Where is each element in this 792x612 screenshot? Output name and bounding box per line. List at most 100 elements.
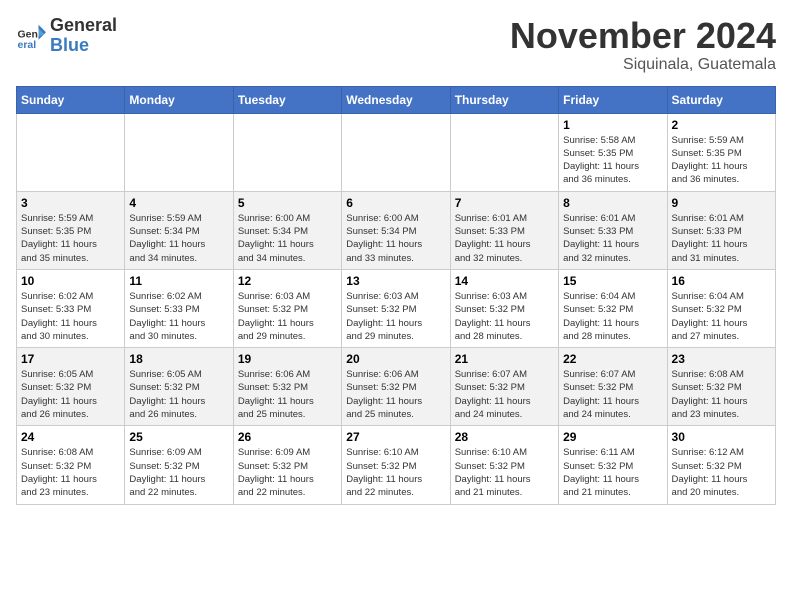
day-info: Sunrise: 6:04 AM Sunset: 5:32 PM Dayligh… xyxy=(563,290,662,343)
calendar-day-cell xyxy=(125,113,233,191)
day-info: Sunrise: 5:59 AM Sunset: 5:34 PM Dayligh… xyxy=(129,212,228,265)
day-info: Sunrise: 6:01 AM Sunset: 5:33 PM Dayligh… xyxy=(672,212,771,265)
calendar-day-cell: 1 Sunrise: 5:58 AM Sunset: 5:35 PM Daylig… xyxy=(559,113,667,191)
calendar-week-row: 10 Sunrise: 6:02 AM Sunset: 5:33 PM Dayli… xyxy=(17,269,776,347)
logo-blue-text: Blue xyxy=(50,36,117,56)
calendar-day-cell: 4 Sunrise: 5:59 AM Sunset: 5:34 PM Daylig… xyxy=(125,191,233,269)
day-number: 21 xyxy=(455,352,554,366)
day-info: Sunrise: 6:07 AM Sunset: 5:32 PM Dayligh… xyxy=(563,368,662,421)
day-number: 23 xyxy=(672,352,771,366)
day-number: 10 xyxy=(21,274,120,288)
day-info: Sunrise: 6:03 AM Sunset: 5:32 PM Dayligh… xyxy=(346,290,445,343)
day-info: Sunrise: 6:00 AM Sunset: 5:34 PM Dayligh… xyxy=(238,212,337,265)
day-number: 29 xyxy=(563,430,662,444)
day-number: 18 xyxy=(129,352,228,366)
day-number: 5 xyxy=(238,196,337,210)
calendar-day-cell: 13 Sunrise: 6:03 AM Sunset: 5:32 PM Dayli… xyxy=(342,269,450,347)
day-info: Sunrise: 6:02 AM Sunset: 5:33 PM Dayligh… xyxy=(21,290,120,343)
day-info: Sunrise: 5:59 AM Sunset: 5:35 PM Dayligh… xyxy=(21,212,120,265)
day-info: Sunrise: 6:02 AM Sunset: 5:33 PM Dayligh… xyxy=(129,290,228,343)
location: Siquinala, Guatemala xyxy=(510,56,776,74)
calendar-day-cell: 23 Sunrise: 6:08 AM Sunset: 5:32 PM Dayli… xyxy=(667,348,775,426)
calendar-day-cell: 25Sunrise: 6:09 AM Sunset: 5:32 PM Dayli… xyxy=(125,426,233,504)
day-number: 11 xyxy=(129,274,228,288)
calendar-day-cell: 16 Sunrise: 6:04 AM Sunset: 5:32 PM Dayli… xyxy=(667,269,775,347)
day-number: 28 xyxy=(455,430,554,444)
day-number: 9 xyxy=(672,196,771,210)
calendar-week-row: 17 Sunrise: 6:05 AM Sunset: 5:32 PM Dayli… xyxy=(17,348,776,426)
day-number: 3 xyxy=(21,196,120,210)
calendar-day-cell: 27Sunrise: 6:10 AM Sunset: 5:32 PM Dayli… xyxy=(342,426,450,504)
calendar-table: SundayMondayTuesdayWednesdayThursdayFrid… xyxy=(16,86,776,505)
day-number: 22 xyxy=(563,352,662,366)
calendar-day-cell: 11 Sunrise: 6:02 AM Sunset: 5:33 PM Dayli… xyxy=(125,269,233,347)
calendar-day-cell: 24 Sunrise: 6:08 AM Sunset: 5:32 PM Dayli… xyxy=(17,426,125,504)
calendar-header-row: SundayMondayTuesdayWednesdayThursdayFrid… xyxy=(17,86,776,113)
day-number: 26 xyxy=(238,430,337,444)
calendar-day-cell: 10 Sunrise: 6:02 AM Sunset: 5:33 PM Dayli… xyxy=(17,269,125,347)
day-number: 16 xyxy=(672,274,771,288)
calendar-day-cell: 28 Sunrise: 6:10 AM Sunset: 5:32 PM Dayli… xyxy=(450,426,558,504)
day-number: 15 xyxy=(563,274,662,288)
day-number: 2 xyxy=(672,118,771,132)
logo-icon: Gen eral xyxy=(16,21,46,51)
logo-text: General Blue xyxy=(50,16,117,56)
day-number: 6 xyxy=(346,196,445,210)
calendar-day-cell: 3 Sunrise: 5:59 AM Sunset: 5:35 PM Daylig… xyxy=(17,191,125,269)
day-number: 14 xyxy=(455,274,554,288)
calendar-week-row: 24 Sunrise: 6:08 AM Sunset: 5:32 PM Dayli… xyxy=(17,426,776,504)
calendar-day-cell: 5 Sunrise: 6:00 AM Sunset: 5:34 PM Daylig… xyxy=(233,191,341,269)
weekday-header: Tuesday xyxy=(233,86,341,113)
day-number: 20 xyxy=(346,352,445,366)
month-title: November 2024 xyxy=(510,16,776,56)
day-number: 17 xyxy=(21,352,120,366)
calendar-week-row: 1 Sunrise: 5:58 AM Sunset: 5:35 PM Daylig… xyxy=(17,113,776,191)
day-number: 1 xyxy=(563,118,662,132)
calendar-day-cell: 21Sunrise: 6:07 AM Sunset: 5:32 PM Dayli… xyxy=(450,348,558,426)
calendar-day-cell: 18 Sunrise: 6:05 AM Sunset: 5:32 PM Dayli… xyxy=(125,348,233,426)
calendar-day-cell: 17 Sunrise: 6:05 AM Sunset: 5:32 PM Dayli… xyxy=(17,348,125,426)
day-info: Sunrise: 6:03 AM Sunset: 5:32 PM Dayligh… xyxy=(455,290,554,343)
day-info: Sunrise: 6:08 AM Sunset: 5:32 PM Dayligh… xyxy=(672,368,771,421)
day-info: Sunrise: 5:58 AM Sunset: 5:35 PM Dayligh… xyxy=(563,134,662,187)
calendar-day-cell: 12 Sunrise: 6:03 AM Sunset: 5:32 PM Dayli… xyxy=(233,269,341,347)
day-number: 19 xyxy=(238,352,337,366)
day-info: Sunrise: 6:03 AM Sunset: 5:32 PM Dayligh… xyxy=(238,290,337,343)
logo: Gen eral General Blue xyxy=(16,16,117,56)
title-block: November 2024 Siquinala, Guatemala xyxy=(510,16,776,74)
calendar-day-cell: 30 Sunrise: 6:12 AM Sunset: 5:32 PM Dayli… xyxy=(667,426,775,504)
svg-text:eral: eral xyxy=(18,39,37,51)
day-info: Sunrise: 6:05 AM Sunset: 5:32 PM Dayligh… xyxy=(21,368,120,421)
day-info: Sunrise: 6:01 AM Sunset: 5:33 PM Dayligh… xyxy=(455,212,554,265)
day-info: Sunrise: 6:09 AM Sunset: 5:32 PM Dayligh… xyxy=(238,446,337,499)
day-info: Sunrise: 6:11 AM Sunset: 5:32 PM Dayligh… xyxy=(563,446,662,499)
calendar-day-cell: 20 Sunrise: 6:06 AM Sunset: 5:32 PM Dayli… xyxy=(342,348,450,426)
day-info: Sunrise: 6:01 AM Sunset: 5:33 PM Dayligh… xyxy=(563,212,662,265)
day-number: 4 xyxy=(129,196,228,210)
logo-general-text: General xyxy=(50,16,117,36)
day-info: Sunrise: 6:04 AM Sunset: 5:32 PM Dayligh… xyxy=(672,290,771,343)
calendar-day-cell: 14 Sunrise: 6:03 AM Sunset: 5:32 PM Dayli… xyxy=(450,269,558,347)
weekday-header: Saturday xyxy=(667,86,775,113)
calendar-day-cell: 19Sunrise: 6:06 AM Sunset: 5:32 PM Dayli… xyxy=(233,348,341,426)
day-number: 8 xyxy=(563,196,662,210)
day-info: Sunrise: 6:00 AM Sunset: 5:34 PM Dayligh… xyxy=(346,212,445,265)
weekday-header: Monday xyxy=(125,86,233,113)
day-info: Sunrise: 6:12 AM Sunset: 5:32 PM Dayligh… xyxy=(672,446,771,499)
calendar-day-cell xyxy=(233,113,341,191)
calendar-day-cell: 7Sunrise: 6:01 AM Sunset: 5:33 PM Daylig… xyxy=(450,191,558,269)
day-info: Sunrise: 6:10 AM Sunset: 5:32 PM Dayligh… xyxy=(455,446,554,499)
day-info: Sunrise: 6:10 AM Sunset: 5:32 PM Dayligh… xyxy=(346,446,445,499)
weekday-header: Thursday xyxy=(450,86,558,113)
day-info: Sunrise: 6:08 AM Sunset: 5:32 PM Dayligh… xyxy=(21,446,120,499)
calendar-day-cell: 15 Sunrise: 6:04 AM Sunset: 5:32 PM Dayli… xyxy=(559,269,667,347)
day-number: 12 xyxy=(238,274,337,288)
day-number: 30 xyxy=(672,430,771,444)
day-info: Sunrise: 6:06 AM Sunset: 5:32 PM Dayligh… xyxy=(346,368,445,421)
weekday-header: Friday xyxy=(559,86,667,113)
calendar-day-cell: 29 Sunrise: 6:11 AM Sunset: 5:32 PM Dayli… xyxy=(559,426,667,504)
day-info: Sunrise: 6:05 AM Sunset: 5:32 PM Dayligh… xyxy=(129,368,228,421)
calendar-day-cell: 8 Sunrise: 6:01 AM Sunset: 5:33 PM Daylig… xyxy=(559,191,667,269)
day-number: 24 xyxy=(21,430,120,444)
day-number: 13 xyxy=(346,274,445,288)
